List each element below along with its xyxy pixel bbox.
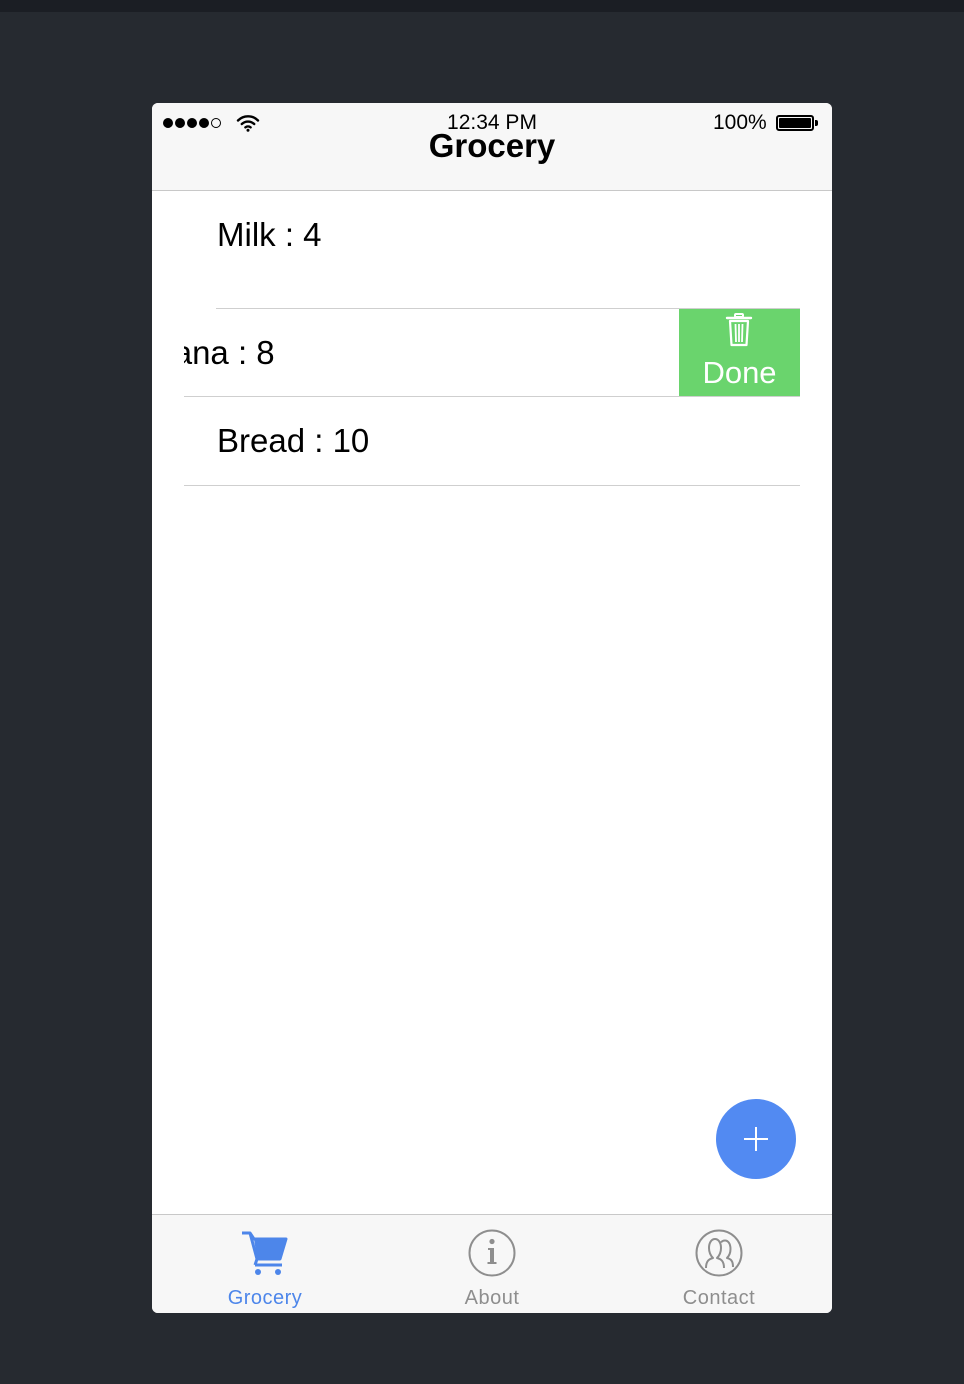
list-item[interactable]: Milk : 4	[152, 191, 832, 309]
row-separator	[184, 485, 800, 486]
info-icon	[468, 1229, 516, 1277]
navigation-bar: 12:34 PM 100% Grocery	[152, 103, 832, 191]
list-item[interactable]: Bread : 10	[152, 397, 832, 486]
plus-icon	[744, 1127, 768, 1151]
tab-label: Contact	[682, 1287, 756, 1309]
tab-bar: Grocery About Contact	[152, 1214, 832, 1313]
list-item-label: Banana : 8	[184, 334, 275, 371]
contacts-icon	[695, 1229, 743, 1277]
list-item-label: Bread : 10	[217, 422, 370, 459]
page-title: Grocery	[428, 127, 556, 164]
tab-contact[interactable]: Contact	[606, 1215, 832, 1313]
done-button-label: Done	[702, 355, 777, 390]
list-item-label: Milk : 4	[217, 216, 322, 253]
cart-icon	[242, 1231, 288, 1275]
add-item-button[interactable]	[716, 1099, 796, 1179]
phone-screen: 12:34 PM 100% Grocery Milk : 4 Banana : …	[152, 103, 832, 1313]
battery-cap	[815, 120, 818, 126]
tab-label: About	[464, 1287, 520, 1309]
trash-icon	[725, 313, 753, 347]
window-top-strip	[0, 0, 964, 12]
done-button[interactable]: Done	[679, 309, 800, 396]
tab-grocery[interactable]: Grocery	[152, 1215, 378, 1313]
tab-label: Grocery	[227, 1287, 303, 1309]
tab-about[interactable]: About	[379, 1215, 605, 1313]
list-item-swiped[interactable]: Banana : 8 Done	[184, 309, 800, 397]
